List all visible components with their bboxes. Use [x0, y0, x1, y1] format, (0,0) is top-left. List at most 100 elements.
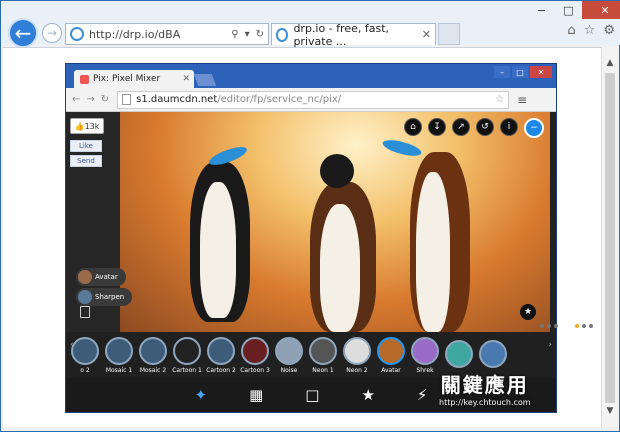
filter-label: Neon 1 [312, 366, 334, 374]
filter-label: o 2 [80, 366, 90, 374]
filter-item[interactable]: Neon 1 [308, 336, 338, 374]
filter-item[interactable]: Cartoon 1 [172, 336, 202, 374]
filter-thumb [71, 336, 99, 365]
back-button[interactable]: ← [8, 18, 38, 48]
filter-item[interactable]: o 2 [70, 336, 100, 374]
like-count-text: 13k [84, 121, 100, 131]
home-icon[interactable]: ⌂ [404, 118, 422, 136]
filter-item[interactable]: Mosaic 2 [138, 336, 168, 374]
magic-wand-icon[interactable]: ✦ [195, 386, 208, 404]
lightning-icon[interactable]: ⚡ [417, 386, 428, 404]
fb-send-button[interactable]: Send [70, 155, 102, 167]
filter-item[interactable]: Mosaic 1 [104, 336, 134, 374]
chrome-tab-close-icon[interactable]: ✕ [182, 74, 194, 84]
undo-icon[interactable]: ↺ [476, 118, 494, 136]
trash-icon[interactable] [80, 306, 90, 318]
address-tools: ⚲ ▾ ↻ [231, 29, 268, 40]
tab-close-icon[interactable]: ✕ [422, 28, 435, 41]
filter-thumb [309, 336, 337, 365]
ie-icon [70, 27, 84, 41]
filter-label: Cartoon 3 [240, 366, 270, 374]
avatar-pill[interactable]: Avatar [76, 268, 126, 286]
dot-icon[interactable] [589, 324, 593, 328]
filter-item[interactable]: Neon 2 [342, 336, 372, 374]
gear-icon[interactable]: ⚙ [603, 23, 615, 38]
filter-thumb [207, 336, 235, 365]
chrome-new-tab-button[interactable] [193, 74, 217, 86]
chrome-tab[interactable]: Pix: Pixel Mixer ✕ [74, 70, 194, 88]
filter-item[interactable]: Cartoon 3 [240, 336, 270, 374]
filter-scroll-right-icon[interactable]: › [548, 340, 552, 350]
dropdown-icon[interactable]: ▾ [245, 29, 250, 40]
refresh-icon[interactable]: ↻ [256, 29, 264, 40]
close-button[interactable]: ✕ [582, 1, 620, 19]
filter-label: Neon 2 [346, 366, 368, 374]
filter-label: Cartoon 1 [172, 366, 202, 374]
download-icon[interactable]: ↧ [428, 118, 446, 136]
filter-item[interactable] [478, 340, 508, 370]
search-icon[interactable]: ⚲ [231, 29, 238, 40]
star-icon[interactable]: ★ [361, 386, 374, 404]
dot-icon[interactable] [540, 324, 544, 328]
filter-item[interactable]: Noise [274, 336, 304, 374]
filter-item[interactable] [444, 340, 474, 370]
fb-like-button[interactable]: Like [70, 140, 102, 152]
maximize-button[interactable]: □ [555, 1, 582, 19]
share-icon[interactable]: ↗ [452, 118, 470, 136]
url-path: /editor/fp/service_nc/pix/ [217, 94, 342, 105]
filter-scroll-left-icon[interactable]: ‹ [70, 340, 74, 350]
chrome-maximize-icon[interactable]: □ [512, 66, 528, 78]
chrome-forward-icon[interactable]: → [86, 94, 94, 105]
sharpen-pill[interactable]: Sharpen [76, 288, 133, 306]
star-icon[interactable]: ☆ [584, 23, 596, 38]
scroll-down-icon[interactable]: ▼ [602, 403, 618, 419]
watermark-title: 關鍵應用 [440, 373, 529, 397]
filter-item[interactable]: Cartoon 2 [206, 336, 236, 374]
minus-icon[interactable]: − [524, 118, 544, 138]
forward-button[interactable]: → [42, 23, 62, 43]
new-tab-button[interactable] [438, 23, 460, 45]
chrome-back-icon[interactable]: ← [72, 94, 80, 105]
tab-drp[interactable]: drp.io - free, fast, private ... ✕ [271, 22, 436, 48]
page-dots [540, 324, 593, 328]
filter-thumb [173, 336, 201, 365]
filter-item-selected[interactable]: Avatar [376, 336, 406, 374]
chrome-tab-title: Pix: Pixel Mixer [93, 74, 161, 84]
chrome-menu-icon[interactable]: ≡ [517, 93, 527, 107]
bookmark-star-icon[interactable]: ☆ [495, 94, 508, 105]
filter-item[interactable]: Shrek [410, 336, 440, 374]
top-action-icons: ⌂ ↧ ↗ ↺ i − [404, 118, 544, 138]
avatar-thumb [78, 270, 92, 284]
home-icon[interactable]: ⌂ [567, 23, 575, 38]
watermark: 關鍵應用 http://key.chtouch.com [439, 369, 531, 407]
scroll-thumb[interactable] [605, 73, 615, 403]
chrome-omnibox[interactable]: s1.daumcdn.net /editor/fp/service_nc/pix… [117, 90, 510, 109]
square-icon[interactable]: □ [305, 386, 319, 404]
dot-icon[interactable] [547, 324, 551, 328]
minimize-button[interactable]: − [528, 1, 555, 19]
fb-send-label: Send [77, 157, 95, 165]
chrome-minimize-icon[interactable]: – [494, 66, 510, 78]
ie-window: − □ ✕ ← → http://drp.io/dBA ⚲ ▾ ↻ drp.io… [0, 0, 620, 432]
dot-icon[interactable] [582, 324, 586, 328]
chrome-close-icon[interactable]: ✕ [530, 66, 552, 78]
filter-thumb [139, 336, 167, 365]
favorite-star-icon[interactable]: ★ [520, 304, 536, 320]
chrome-reload-icon[interactable]: ↻ [101, 94, 109, 105]
scrollbar[interactable]: ▲ ▼ [601, 47, 618, 427]
dot-icon-active[interactable] [575, 324, 579, 328]
scroll-up-icon[interactable]: ▲ [602, 55, 618, 71]
filter-label: Shrek [416, 366, 434, 374]
address-bar[interactable]: http://drp.io/dBA ⚲ ▾ ↻ [65, 23, 269, 45]
sharpen-pill-label: Sharpen [95, 293, 125, 301]
chrome-window-controls: – □ ✕ [494, 66, 552, 78]
penguin-right-belly [416, 172, 450, 332]
ie-right-icons: ⌂ ☆ ⚙ [567, 23, 615, 38]
filter-label: Mosaic 2 [139, 366, 167, 374]
dot-icon[interactable] [554, 324, 558, 328]
filter-label: Mosaic 1 [105, 366, 133, 374]
info-icon[interactable]: i [500, 118, 518, 136]
frame-icon[interactable]: ▦ [249, 386, 263, 404]
chrome-screenshot: Pix: Pixel Mixer ✕ – □ ✕ ← → ↻ s1.daumcd… [65, 63, 593, 413]
fb-like-label: Like [79, 142, 93, 150]
